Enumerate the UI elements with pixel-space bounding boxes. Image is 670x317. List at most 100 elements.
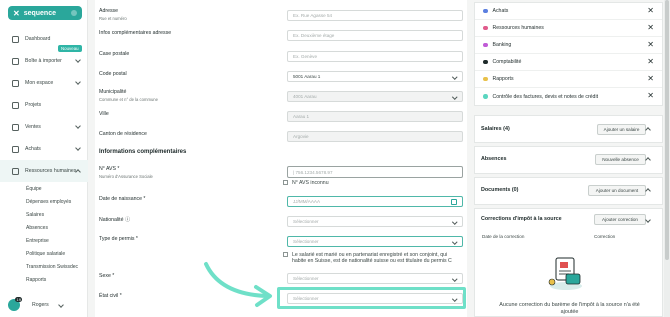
tag-label: Rapports — [492, 76, 514, 82]
nav-label: Achats — [25, 146, 41, 152]
close-icon[interactable]: ✕ — [647, 58, 654, 66]
workspace-switch-icon[interactable] — [71, 10, 77, 16]
chevron-down-icon — [57, 302, 64, 308]
subnav-company[interactable]: Entreprise — [0, 234, 88, 247]
label-civil-status: État civil * — [99, 293, 122, 299]
right-panel: Achats ✕ Ressources humaines ✕ Banking ✕ Co… — [474, 0, 664, 317]
add-salary-button[interactable]: Ajouter un salaire — [597, 124, 646, 135]
chevron-down-icon — [75, 123, 81, 129]
subnav-reports[interactable]: Rapports — [0, 273, 88, 286]
address-extra-input[interactable]: Ex. Deuxième étage — [287, 30, 463, 41]
close-icon[interactable]: ✕ — [647, 41, 654, 49]
subnav-team[interactable]: Équipe — [0, 182, 88, 195]
inbox-icon — [12, 57, 19, 65]
nav-inbox[interactable]: Nouveau Boîte à importer — [0, 45, 88, 72]
tag-row: Rapports ✕ — [475, 71, 662, 88]
canton-input: Argovie — [287, 131, 463, 142]
scrollbar[interactable] — [664, 0, 670, 317]
postal-code-value: 5001 Aarau 1 — [293, 74, 321, 79]
nav-label: Ventes — [25, 124, 41, 130]
tag-label: Ressources humaines — [492, 25, 544, 31]
label-nationality: Nationalité ⓘ — [99, 217, 131, 223]
new-absence-button[interactable]: Nouvelle absence — [595, 154, 646, 165]
nav-label: Projets — [25, 102, 42, 108]
label-city: Ville — [99, 111, 109, 117]
nav-label: Ressources humaines — [25, 168, 77, 174]
absences-title: Absences — [481, 156, 507, 162]
city-input: Aarau 1 — [287, 111, 463, 122]
employee-form: Adresse Rue et numéro Ex. Rue Agasse 54 I… — [95, 0, 467, 317]
label-avs: N° AVS * — [99, 166, 120, 172]
checkbox-icon — [12, 101, 19, 109]
close-icon[interactable]: ✕ — [647, 24, 654, 32]
absences-card: Absences Nouvelle absence — [474, 146, 663, 174]
section-title: Informations complémentaires — [99, 149, 187, 155]
chevron-up-icon[interactable] — [645, 127, 651, 133]
nationality-select[interactable]: Sélectionner — [287, 216, 463, 227]
permit-select[interactable]: Sélectionner — [287, 236, 463, 247]
close-icon[interactable]: ✕ — [647, 75, 654, 83]
close-icon[interactable]: ✕ — [647, 7, 654, 15]
address-input[interactable]: Ex. Rue Agasse 54 — [287, 10, 463, 21]
scrollbar-thumb[interactable] — [665, 0, 669, 260]
spouse-checkbox[interactable]: Le salarié est marié ou en partenariat e… — [283, 252, 459, 264]
po-box-input[interactable]: Ex. Genève — [287, 51, 463, 62]
subnav-expenses[interactable]: Dépenses employés — [0, 195, 88, 208]
chevron-down-icon — [451, 238, 457, 244]
birthdate-placeholder: JJ/MM/AAAA — [293, 199, 321, 204]
empty-state-illustration-icon — [548, 257, 582, 290]
tag-color-dot — [483, 59, 488, 65]
subnav-absences[interactable]: Absences — [0, 221, 88, 234]
column-header-date: Date de la correction — [482, 234, 525, 239]
chevron-up-icon[interactable] — [645, 157, 651, 163]
sidebar: ✕ sequence Dashboard Nouveau Boîte à impo… — [0, 0, 88, 317]
nav-hr[interactable]: Ressources humaines — [0, 160, 88, 182]
checkbox[interactable] — [283, 252, 288, 257]
sex-select[interactable]: Sélectionner — [287, 273, 463, 284]
add-document-button[interactable]: Ajouter un document — [588, 185, 646, 196]
chevron-down-icon — [75, 145, 81, 151]
tag-row: Ressources humaines ✕ — [475, 20, 662, 37]
chevron-down-icon — [75, 79, 81, 85]
avs-input[interactable]: | 756.1234.5678.97 — [287, 166, 463, 178]
chevron-down-icon — [451, 93, 457, 99]
nav-projects[interactable]: Projets — [0, 94, 88, 116]
nav-sales[interactable]: Ventes — [0, 116, 88, 138]
avs-unknown-checkbox[interactable]: N° AVS inconnu — [283, 180, 329, 186]
nav-my-space[interactable]: Mon espace — [0, 72, 88, 94]
label-sex: Sexe * — [99, 273, 115, 279]
label-canton: Canton de résidence — [99, 131, 147, 137]
close-icon[interactable]: ✕ — [647, 92, 654, 100]
spouse-note: Le salarié est marié ou en partenariat e… — [292, 252, 452, 264]
checkbox[interactable] — [283, 180, 288, 185]
hint-address: Rue et numéro — [99, 15, 127, 21]
nationality-placeholder: Sélectionner — [293, 219, 319, 224]
subnav-salary-policy[interactable]: Politique salariale — [0, 247, 88, 260]
chevron-up-icon[interactable] — [645, 188, 651, 194]
add-correction-button[interactable]: Ajouter correction — [594, 214, 646, 225]
birthdate-input[interactable]: JJ/MM/AAAA — [287, 196, 463, 207]
chevron-down-icon — [75, 57, 81, 63]
documents-card: Documents (0) Ajouter un document — [474, 177, 663, 205]
documents-title: Documents (0) — [481, 187, 519, 193]
user-name: Rogers — [32, 302, 49, 308]
tag-label: Achats — [492, 8, 509, 14]
person-icon — [12, 79, 19, 87]
tag-color-dot — [483, 94, 488, 99]
new-badge: Nouveau — [58, 45, 82, 52]
tag-label: Comptabilité — [492, 59, 522, 65]
user-menu[interactable]: 19 Rogers — [8, 297, 64, 311]
brand-logo[interactable]: ✕ sequence — [8, 6, 82, 20]
label-address: Adresse — [99, 8, 119, 14]
postal-code-select[interactable]: 5001 Aarau 1 — [287, 71, 463, 82]
nav-purchases[interactable]: Achats — [0, 138, 88, 160]
calendar-icon[interactable] — [451, 199, 457, 205]
tag-row: Banking ✕ — [475, 37, 662, 54]
avatar: 19 — [8, 297, 23, 311]
tag-color-dot — [483, 25, 488, 31]
municipality-select: 4001 Aarau — [287, 91, 463, 102]
annotation-arrow — [204, 262, 272, 307]
chevron-down-icon[interactable] — [645, 217, 651, 223]
subnav-swissdec[interactable]: Transmission Swissdec — [0, 260, 88, 273]
subnav-salaries[interactable]: Salaires — [0, 208, 88, 221]
